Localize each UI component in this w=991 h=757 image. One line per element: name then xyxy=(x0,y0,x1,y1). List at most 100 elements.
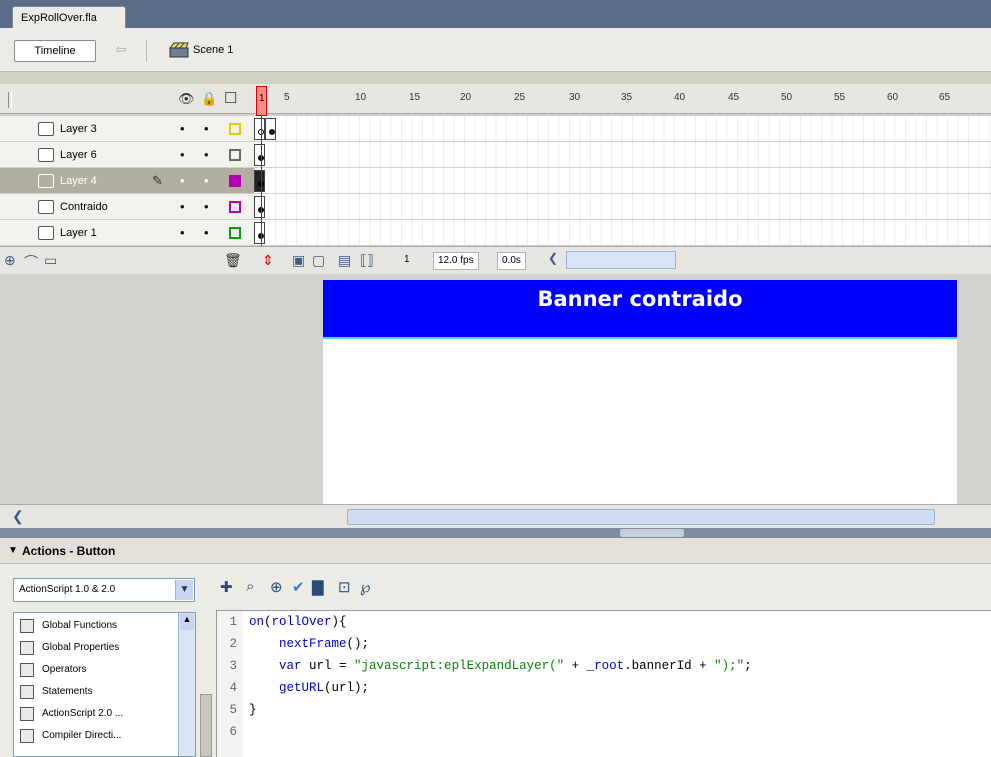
visibility-dot[interactable]: • xyxy=(180,200,185,213)
trash-icon[interactable]: 🗑 xyxy=(224,252,242,269)
book-icon xyxy=(20,663,34,677)
keyframe[interactable] xyxy=(254,196,265,218)
toolbox-item-label: Statements xyxy=(42,686,93,697)
book-icon xyxy=(20,707,34,721)
frame-row[interactable] xyxy=(254,168,991,194)
layer-row[interactable]: Layer 1 • • xyxy=(0,220,254,246)
current-frame: 1 xyxy=(404,254,410,265)
code-hint-icon[interactable]: ⊡ xyxy=(338,578,351,596)
scroll-up-icon[interactable]: ▲ xyxy=(180,614,194,630)
eye-icon[interactable]: 👁 xyxy=(178,91,195,107)
outline-color-swatch[interactable] xyxy=(229,227,241,239)
keyframe[interactable] xyxy=(254,222,265,244)
timeline-footer: ⊕ ⌒ ▭ 🗑 ⇕ ▣ ▢ ▤ ⟦⟧ 1 12.0 fps 0.0s ❮ xyxy=(0,246,991,274)
stage[interactable]: Banner contraido xyxy=(323,280,957,504)
onion-skin-icon[interactable]: ▣ xyxy=(292,252,305,269)
outline-color-swatch[interactable] xyxy=(229,123,241,135)
add-item-icon[interactable]: ✚ xyxy=(220,578,233,596)
banner-text: Banner contraido xyxy=(537,287,743,311)
lock-dot[interactable]: • xyxy=(204,122,209,135)
banner-button[interactable]: Banner contraido xyxy=(323,280,957,339)
lock-icon[interactable]: 🔒 xyxy=(201,91,217,107)
outline-color-swatch[interactable] xyxy=(229,175,241,187)
toolbox-splitter[interactable] xyxy=(200,694,212,757)
visibility-dot[interactable]: • xyxy=(180,148,185,161)
visibility-dot[interactable]: • xyxy=(180,226,185,239)
book-icon xyxy=(20,729,34,743)
find-icon[interactable]: ⌕ xyxy=(246,578,254,595)
visibility-dot[interactable]: • xyxy=(180,122,185,135)
ruler-frame-number: 55 xyxy=(834,92,846,103)
outline-color-swatch[interactable] xyxy=(229,149,241,161)
playhead-line xyxy=(261,116,262,246)
layer-icon xyxy=(38,174,54,188)
keyframe-dot xyxy=(269,129,275,135)
keyframe[interactable] xyxy=(254,144,265,166)
line-number: 6 xyxy=(229,725,237,739)
outline-color-swatch[interactable] xyxy=(229,201,241,213)
document-tab[interactable]: ExpRollOver.fla xyxy=(12,6,126,28)
frame-rate[interactable]: 12.0 fps xyxy=(433,252,479,270)
debug-options-icon[interactable]: ℘ xyxy=(360,578,370,596)
scene-label[interactable]: Scene 1 xyxy=(193,44,233,56)
insert-layer-icon[interactable]: ⊕ xyxy=(4,252,16,269)
stage-area: Banner contraido xyxy=(0,274,991,504)
collapse-triangle-icon[interactable]: ▼ xyxy=(8,545,18,556)
add-motion-guide-icon[interactable]: ⌒ xyxy=(24,252,38,272)
actionscript-version-select[interactable]: ActionScript 1.0 & 2.0 ▼ xyxy=(13,578,195,602)
layer-row[interactable]: Layer 6 • • xyxy=(0,142,254,168)
lock-dot[interactable]: • xyxy=(204,200,209,213)
lock-dot[interactable]: • xyxy=(204,174,209,187)
script-editor[interactable]: 1 on(rollOver){2 nextFrame(); 3 var url = … xyxy=(216,610,991,757)
layer-row[interactable]: Layer 3 • • xyxy=(0,116,254,142)
ruler-frame-number: 15 xyxy=(409,92,421,103)
keyframe[interactable] xyxy=(265,118,276,140)
layer-row[interactable]: Layer 4 ✎ • • xyxy=(0,168,254,194)
stage-hscroll[interactable]: ❮ xyxy=(0,504,991,528)
chevron-down-icon[interactable]: ▼ xyxy=(175,580,193,600)
frame-row[interactable] xyxy=(254,220,991,246)
toolbox-item-label: Global Functions xyxy=(42,620,118,631)
modify-onion-markers-icon[interactable]: ⟦⟧ xyxy=(360,252,374,269)
arrow-left-icon[interactable]: ⇦ xyxy=(107,41,135,61)
lock-dot[interactable]: • xyxy=(204,226,209,239)
layer-row[interactable]: Contraido • • xyxy=(0,194,254,220)
timeline-toolbar: Timeline ⇦ Scene 1 xyxy=(0,28,991,72)
frame-row[interactable] xyxy=(254,116,991,142)
toolbar-separator xyxy=(146,40,147,62)
stage-hscroll-thumb[interactable] xyxy=(347,509,935,525)
ruler-frame-number: 35 xyxy=(621,92,633,103)
lock-dot[interactable]: • xyxy=(204,148,209,161)
keyframe[interactable] xyxy=(254,118,265,140)
actionscript-version-value: ActionScript 1.0 & 2.0 xyxy=(19,584,116,595)
chevron-left-icon[interactable]: ❮ xyxy=(12,508,24,525)
timeline-toggle-button[interactable]: Timeline xyxy=(14,40,96,62)
frames-grid[interactable] xyxy=(254,116,991,246)
splitter-grip[interactable] xyxy=(620,529,684,537)
frame-ruler[interactable]: 5 10 15 20 25 30 35 40 45 50 55 60 65 xyxy=(254,84,991,114)
center-frame-icon[interactable]: ⇕ xyxy=(262,252,274,269)
code-text: getURL(url); xyxy=(279,681,370,695)
check-syntax-icon[interactable]: ✔ xyxy=(292,578,305,596)
chevron-left-icon[interactable]: ❮ xyxy=(548,251,558,265)
frame-row[interactable] xyxy=(254,194,991,220)
playhead[interactable]: 1 xyxy=(256,86,267,116)
ruler-frame-number: 45 xyxy=(728,92,740,103)
actions-panel-header[interactable]: ▼ Actions - Button xyxy=(0,538,991,564)
ruler-frame-number: 30 xyxy=(569,92,581,103)
toolbox-scrollbar[interactable]: ▲ xyxy=(178,613,195,756)
onion-skin-outlines-icon[interactable]: ▢ xyxy=(312,252,325,269)
visibility-dot[interactable]: • xyxy=(180,174,185,187)
insert-folder-icon[interactable]: ▭ xyxy=(44,252,57,269)
insert-target-path-icon[interactable]: ⊕ xyxy=(270,578,283,596)
edit-multiple-frames-icon[interactable]: ▤ xyxy=(338,252,351,269)
frame-row[interactable] xyxy=(254,142,991,168)
keyframe[interactable] xyxy=(254,170,265,192)
timeline-hscroll-thumb[interactable] xyxy=(566,251,676,269)
panel-grip[interactable] xyxy=(8,92,12,108)
actions-panel-title: Actions - Button xyxy=(22,544,116,558)
book-icon xyxy=(20,619,34,633)
auto-format-icon[interactable]: ▇ xyxy=(312,578,324,596)
panel-splitter[interactable] xyxy=(0,528,991,538)
outline-icon[interactable]: ☐ xyxy=(224,89,237,107)
